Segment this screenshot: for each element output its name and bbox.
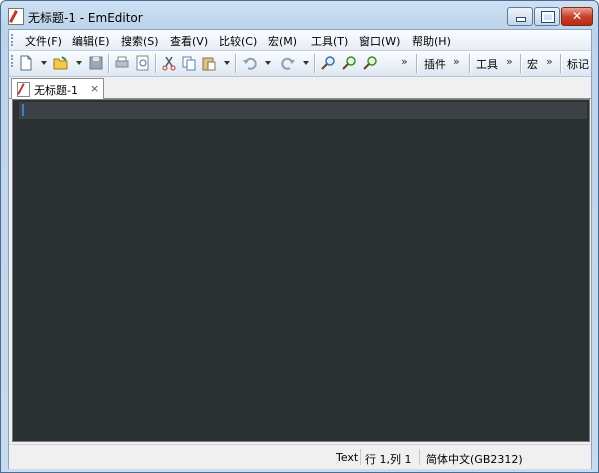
minimize-icon: [516, 17, 526, 22]
toolbar-separator: [560, 54, 562, 73]
plugins-toolbar-label[interactable]: 插件: [424, 56, 446, 72]
menu-bar: 文件(F) 编辑(E) 搜索(S) 查看(V) 比较(C) 宏(M) 工具(T)…: [9, 30, 591, 51]
undo-dropdown-icon[interactable]: [265, 61, 271, 65]
menu-edit[interactable]: 编辑(E): [72, 33, 110, 49]
text-caret: [22, 104, 24, 116]
client-area: 文件(F) 编辑(E) 搜索(S) 查看(V) 比较(C) 宏(M) 工具(T)…: [8, 29, 592, 469]
close-icon: ✕: [571, 9, 583, 23]
toolbar-separator: [520, 54, 522, 73]
maximize-button[interactable]: [534, 7, 560, 26]
find-icon[interactable]: [321, 55, 337, 71]
toolbar: » 插件 » 工具 » 宏 » 标记: [9, 51, 591, 77]
emeditor-app-icon[interactable]: [8, 8, 24, 25]
status-separator: [419, 449, 420, 465]
document-tab-bar: 无标题-1 ×: [9, 77, 591, 99]
save-icon[interactable]: [88, 55, 104, 71]
menu-compare[interactable]: 比较(C): [219, 33, 257, 49]
title-bar[interactable]: 无标题-1 - EmEditor ✕: [1, 1, 598, 31]
new-file-dropdown-icon[interactable]: [41, 61, 47, 65]
status-bar: Text 行 1,列 1 简体中文(GB2312): [9, 444, 591, 469]
document-tab[interactable]: 无标题-1 ×: [11, 78, 104, 99]
menu-tools[interactable]: 工具(T): [311, 33, 348, 49]
tools-overflow-chevron[interactable]: »: [506, 55, 513, 68]
paste-dropdown-icon[interactable]: [224, 61, 230, 65]
menu-macros[interactable]: 宏(M): [268, 33, 297, 49]
new-file-icon[interactable]: [18, 55, 34, 71]
macros-toolbar-label[interactable]: 宏: [527, 56, 538, 72]
find-prev-icon[interactable]: [363, 55, 379, 71]
emeditor-window: 无标题-1 - EmEditor ✕ 文件(F) 编辑(E) 搜索(S) 查看(…: [0, 0, 599, 473]
menu-window[interactable]: 窗口(W): [359, 33, 400, 49]
find-next-icon[interactable]: [342, 55, 358, 71]
toolbar-overflow-chevron[interactable]: »: [401, 55, 408, 68]
toolbar-separator: [469, 54, 471, 73]
tab-close-icon[interactable]: ×: [90, 82, 99, 95]
minimize-button[interactable]: [507, 7, 533, 26]
toolbar-grip-handle[interactable]: [11, 55, 16, 67]
redo-icon[interactable]: [280, 55, 296, 71]
menu-help[interactable]: 帮助(H): [412, 33, 451, 49]
cut-icon[interactable]: [161, 55, 177, 71]
status-cursor-position[interactable]: 行 1,列 1: [365, 451, 412, 467]
open-folder-dropdown-icon[interactable]: [76, 61, 82, 65]
document-tab-label: 无标题-1: [34, 84, 78, 97]
paste-icon[interactable]: [201, 55, 217, 71]
close-button[interactable]: ✕: [561, 7, 593, 26]
tools-toolbar-label[interactable]: 工具: [476, 56, 498, 72]
print-icon[interactable]: [114, 55, 130, 71]
toolbar-separator: [108, 54, 110, 73]
current-line-highlight: [19, 102, 587, 119]
copy-icon[interactable]: [181, 55, 197, 71]
menu-view[interactable]: 查看(V): [170, 33, 208, 49]
toolbar-separator: [235, 54, 237, 73]
open-folder-icon[interactable]: [53, 55, 69, 71]
status-separator: [360, 449, 361, 465]
document-icon: [17, 82, 30, 97]
status-mode[interactable]: Text: [336, 451, 358, 464]
print-preview-icon[interactable]: [135, 55, 151, 71]
text-editor[interactable]: [12, 99, 590, 442]
toolbar-separator: [416, 54, 418, 73]
toolbar-separator: [155, 54, 157, 73]
redo-dropdown-icon[interactable]: [303, 61, 309, 65]
toolbar-separator: [314, 54, 316, 73]
macros-overflow-chevron[interactable]: »: [546, 55, 553, 68]
maximize-icon: [541, 11, 555, 23]
window-title: 无标题-1 - EmEditor: [28, 11, 143, 25]
menu-grip-handle[interactable]: [11, 34, 16, 46]
plugins-overflow-chevron[interactable]: »: [453, 55, 460, 68]
undo-icon[interactable]: [242, 55, 258, 71]
bookmarks-toolbar-label[interactable]: 标记: [567, 56, 589, 72]
status-encoding[interactable]: 简体中文(GB2312): [426, 451, 523, 467]
menu-file[interactable]: 文件(F): [25, 33, 62, 49]
menu-search[interactable]: 搜索(S): [121, 33, 159, 49]
